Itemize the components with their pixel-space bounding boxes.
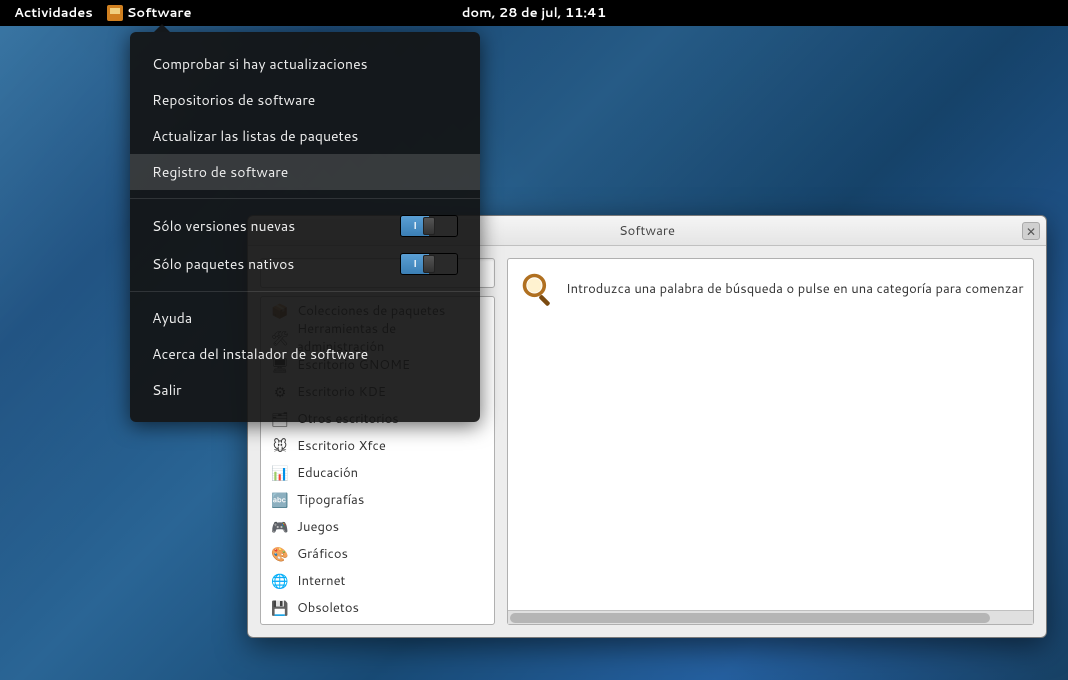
app-menu-label: Software [127,4,192,22]
category-label: Tipografías [297,491,364,509]
category-icon: 🐭 [271,437,289,455]
window-close-button[interactable]: ✕ [1022,222,1040,240]
category-label: Gráficos [297,545,348,563]
category-item[interactable]: 💾 Obsoletos [261,594,494,621]
scrollbar-thumb[interactable] [510,613,990,623]
menu-toggle-row: Sólo versiones nuevas I [130,207,480,245]
category-icon: 🔤 [271,491,289,509]
category-label: Educación [297,464,358,482]
category-icon: 📊 [271,464,289,482]
software-box-icon [107,5,123,21]
category-item[interactable]: 🔤 Tipografías [261,486,494,513]
category-item[interactable]: 🎨 Gráficos [261,540,494,567]
category-icon: 🌐 [271,572,289,590]
toggle-label: Sólo versiones nuevas [152,216,295,236]
category-item[interactable]: 🌐 Internet [261,567,494,594]
menu-item[interactable]: Comprobar si hay actualizaciones [130,46,480,82]
menu-toggle-row: Sólo paquetes nativos I [130,245,480,283]
menu-item[interactable]: Acerca del instalador de software [130,336,480,372]
magnifier-icon [520,271,556,307]
menu-item[interactable]: Salir [130,372,480,408]
menu-item[interactable]: Actualizar las listas de paquetes [130,118,480,154]
activities-button[interactable]: Actividades [0,4,107,22]
app-dropdown-menu: Comprobar si hay actualizacionesReposito… [130,32,480,422]
category-item[interactable]: 🐭 Escritorio Xfce [261,432,494,459]
category-label: Escritorio Xfce [297,437,386,455]
results-pane: Introduzca una palabra de búsqueda o pul… [507,258,1034,625]
menu-item[interactable]: Registro de software [130,154,480,190]
category-icon: 🎨 [271,545,289,563]
category-label: Obsoletos [297,599,359,617]
toggle-switch[interactable]: I [400,215,458,237]
category-label: Juegos [297,518,339,536]
menu-item[interactable]: Repositorios de software [130,82,480,118]
category-item[interactable]: 🎮 Juegos [261,513,494,540]
toggle-knob [423,255,435,273]
gnome-top-bar: Actividades Software dom, 28 de jul, 11:… [0,0,1068,26]
toggle-knob [423,217,435,235]
window-title: Software [619,222,675,240]
category-label: Internet [297,572,345,590]
hint-text: Introduzca una palabra de búsqueda o pul… [566,280,1023,298]
menu-item[interactable]: Ayuda [130,300,480,336]
category-item[interactable]: 📊 Educación [261,459,494,486]
horizontal-scrollbar[interactable] [508,610,1033,624]
category-icon: 🎮 [271,518,289,536]
toggle-label: Sólo paquetes nativos [152,254,294,274]
clock[interactable]: dom, 28 de jul, 11:41 [462,4,606,22]
category-icon: 💾 [271,599,289,617]
toggle-switch[interactable]: I [400,253,458,275]
close-icon: ✕ [1026,223,1036,240]
app-menu-button[interactable]: Software [107,4,202,22]
